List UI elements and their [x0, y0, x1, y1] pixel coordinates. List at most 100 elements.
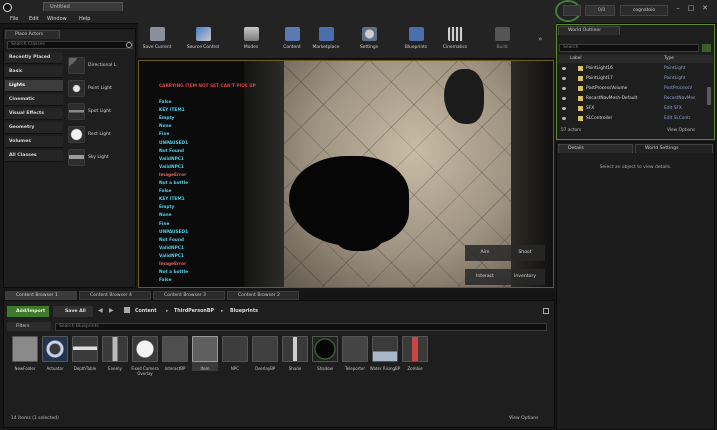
outliner-search-input[interactable]: Search [559, 44, 699, 52]
category-volumes[interactable]: Volumes [5, 136, 63, 148]
aim-button[interactable]: Aim [465, 245, 505, 261]
modes-button[interactable]: Modes [234, 25, 268, 58]
actor-directional-light[interactable]: Directional L [66, 56, 134, 76]
asset-item[interactable]: InteractBP [162, 336, 188, 371]
debug-log-line: ImageError [159, 262, 187, 267]
asset-item[interactable]: Actuator [42, 336, 68, 371]
asset-item[interactable]: Item [192, 336, 218, 371]
visibility-eye-icon[interactable] [562, 87, 566, 90]
content-browser-panel: Add/Import Save All ◀ ▶ Content ▸ ThirdP… [3, 300, 555, 428]
user-label[interactable]: cognatoio [620, 5, 668, 16]
asset-item[interactable]: Teleporter [342, 336, 368, 371]
outliner-row[interactable]: SLController Edit SLContr [558, 115, 713, 123]
shoot-button[interactable]: Shoot [505, 245, 545, 261]
gear-icon [362, 27, 377, 41]
breadcrumb-thirdpersonbp[interactable]: ThirdPersonBP [174, 309, 214, 314]
details-tab[interactable]: Details [558, 144, 633, 153]
category-cinematic[interactable]: Cinematic [5, 94, 63, 106]
visibility-eye-icon[interactable] [562, 97, 566, 100]
breadcrumb-blueprints[interactable]: Blueprints [230, 309, 258, 314]
fps-pill[interactable]: 0/0 [585, 5, 615, 16]
asset-item[interactable]: NewFolder [12, 336, 38, 371]
tab-content-browser-3[interactable]: Content Browser 3 [153, 291, 225, 300]
asset-item[interactable]: Shade [282, 336, 308, 371]
debug-log-line: ValidNPC1 [159, 156, 184, 162]
tab-content-browser-4[interactable]: Content Browser 4 [79, 291, 151, 300]
asset-item[interactable]: Fixed Camera Overlay [131, 336, 159, 376]
outliner-row[interactable]: PointLight16 PointLight [558, 65, 713, 73]
minimize-icon[interactable]: – [672, 4, 684, 12]
col-label[interactable]: Label [570, 55, 582, 63]
actor-rect-light[interactable]: Rect Light [66, 125, 134, 145]
breadcrumb-content[interactable]: Content [135, 309, 157, 314]
outliner-scrollbar[interactable] [707, 87, 711, 105]
actor-spot-light[interactable]: Spot Light [66, 102, 134, 122]
tab-content-browser-1[interactable]: Content Browser 1 [5, 291, 77, 300]
category-basic[interactable]: Basic [5, 66, 63, 78]
place-actors-panel: Place Actors Search Classes Recently Pla… [3, 28, 136, 288]
outliner-row[interactable]: SFX Edit SFX [558, 105, 713, 113]
outliner-row[interactable]: RecastNavMesh-Default RecastNavMes [558, 95, 713, 103]
menu-edit[interactable]: Edit [29, 16, 39, 22]
build-button[interactable]: Build [485, 25, 519, 58]
asset-item[interactable]: NPC [222, 336, 248, 371]
actor-type-icon [578, 96, 583, 101]
interact-button[interactable]: Interact [465, 269, 505, 285]
outliner-row[interactable]: PointLight17 PointLight [558, 75, 713, 83]
marketplace-button[interactable]: Marketplace [309, 25, 343, 58]
cinematics-button[interactable]: Cinematics [438, 25, 472, 58]
menu-window[interactable]: Window [47, 16, 67, 22]
category-recently-placed[interactable]: Recently Placed [5, 52, 63, 64]
level-viewport[interactable]: CARRYING ITEM NOT SET CAN'T PICK UP Fals… [138, 60, 554, 288]
category-visual-effects[interactable]: Visual Effects [5, 108, 63, 120]
visibility-eye-icon[interactable] [562, 107, 566, 110]
maximize-icon[interactable]: □ [685, 4, 697, 12]
asset-item[interactable]: Shadow [312, 336, 338, 371]
outliner-row[interactable]: PostProcessVolume PostProcessV [558, 85, 713, 93]
cb-view-options[interactable]: View Options [509, 416, 538, 421]
toolbar-overflow-icon[interactable]: » [538, 35, 542, 43]
asset-item[interactable]: OverlayBP [252, 336, 278, 371]
tab-content-browser-2[interactable]: Content Browser 2 [227, 291, 299, 300]
debug-log-line: Not Found [159, 148, 185, 154]
blueprints-button[interactable]: Blueprints [399, 25, 433, 58]
col-type[interactable]: Type [664, 55, 674, 63]
source-control-button[interactable]: Source Control [186, 25, 220, 58]
content-button[interactable]: Content [275, 25, 309, 58]
nav-back-icon[interactable]: ◀ [98, 307, 103, 314]
world-outliner-tab[interactable]: World Outliner [558, 26, 620, 35]
asset-item[interactable]: Zombie [402, 336, 428, 371]
lock-icon[interactable] [543, 308, 549, 314]
menu-file[interactable]: File [10, 16, 18, 22]
asset-item[interactable]: DepthTable [72, 336, 98, 371]
visibility-eye-icon[interactable] [562, 67, 566, 70]
world-settings-tab[interactable]: World Settings [635, 144, 713, 153]
settings-button[interactable]: Settings [352, 25, 386, 58]
place-actors-tab[interactable]: Place Actors [5, 30, 60, 39]
outliner-row-type: RecastNavMes [664, 96, 696, 101]
close-icon[interactable]: ✕ [699, 4, 711, 12]
outliner-filter-icon[interactable] [702, 44, 711, 52]
add-import-button[interactable]: Add/Import [7, 306, 49, 317]
save-all-button[interactable]: Save All [53, 306, 93, 317]
inventory-button[interactable]: Inventory [505, 269, 545, 285]
nav-forward-icon[interactable]: ▶ [109, 307, 114, 314]
actor-point-light[interactable]: Point Light [66, 79, 134, 99]
asset-item[interactable]: Water RisingBP [370, 336, 400, 371]
asset-thumbnail [192, 336, 218, 362]
menu-help[interactable]: Help [79, 16, 90, 22]
category-lights[interactable]: Lights [5, 80, 63, 92]
notification-icon[interactable] [563, 5, 581, 16]
filters-button[interactable]: Filters [7, 322, 51, 331]
visibility-eye-icon[interactable] [562, 77, 566, 80]
actor-sky-light[interactable]: Sky Light [66, 148, 134, 168]
class-search-input[interactable]: Search Classes [7, 41, 133, 49]
outliner-view-options[interactable]: View Options [667, 128, 695, 133]
asset-search-input[interactable]: Search Blueprints [55, 323, 547, 331]
asset-item[interactable]: Enemy [102, 336, 128, 371]
category-all-classes[interactable]: All Classes [5, 150, 63, 162]
save-current-button[interactable]: Save Current [140, 25, 174, 58]
visibility-eye-icon[interactable] [562, 117, 566, 120]
level-tab[interactable]: Untitled [43, 2, 123, 11]
category-geometry[interactable]: Geometry [5, 122, 63, 134]
